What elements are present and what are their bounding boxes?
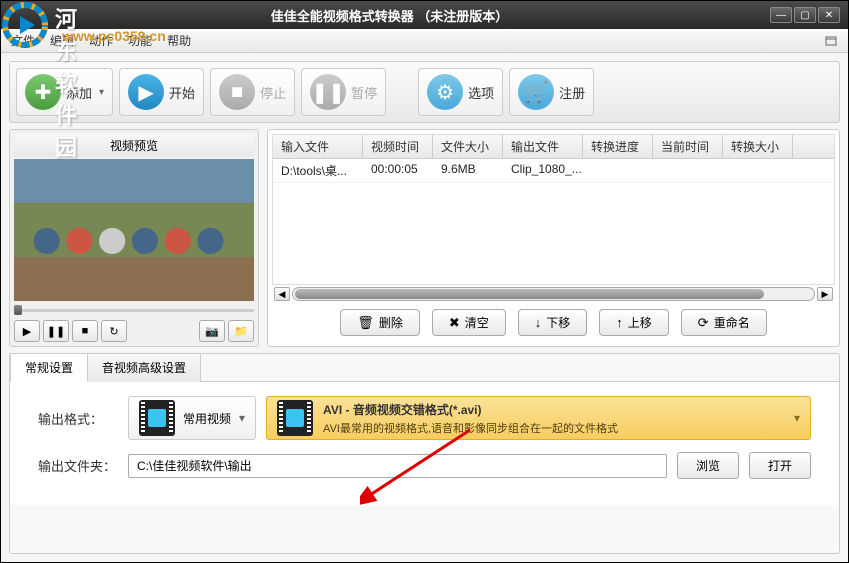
cell-curtime: [653, 159, 723, 182]
titlebar: 佳佳全能视频格式转换器 （未注册版本） — ▢ ✕: [1, 1, 848, 29]
pause-label: 暂停: [351, 83, 377, 102]
cell-cursize: [723, 159, 793, 182]
move-up-button[interactable]: ↑ 上移: [599, 309, 669, 336]
clear-button[interactable]: ✖ 清空: [432, 309, 506, 336]
start-button[interactable]: ▶ 开始: [119, 68, 204, 116]
tab-basic[interactable]: 常规设置: [10, 353, 88, 382]
register-label: 注册: [559, 83, 585, 102]
cell-size: 9.6MB: [433, 159, 503, 182]
up-label: 上移: [628, 314, 652, 331]
table-header: 输入文件 视频时间 文件大小 输出文件 转换进度 当前时间 转换大小: [273, 135, 834, 159]
options-label: 选项: [468, 83, 494, 102]
pause-button[interactable]: ❚❚ 暂停: [301, 68, 386, 116]
maximize-button[interactable]: ▢: [794, 7, 816, 23]
film-icon: [139, 400, 175, 436]
menu-help[interactable]: 帮助: [167, 32, 191, 49]
preview-image: [14, 159, 254, 301]
menu-action[interactable]: 动作: [89, 32, 113, 49]
th-output[interactable]: 输出文件: [503, 135, 583, 158]
toolbar: ✚ 添加 ▾ ▶ 开始 ■ 停止 ❚❚ 暂停 ⚙ 选项 🛒: [9, 61, 840, 123]
stop-label: 停止: [260, 83, 286, 102]
window-title: 佳佳全能视频格式转换器 （未注册版本）: [9, 6, 770, 25]
start-label: 开始: [169, 83, 195, 102]
output-format-label: 输出格式：: [38, 409, 118, 428]
open-button[interactable]: 打开: [749, 452, 811, 479]
basket-icon: 🛒: [518, 74, 554, 110]
down-label: 下移: [546, 314, 570, 331]
horizontal-scrollbar[interactable]: ◀ ▶: [272, 285, 835, 303]
format-title: AVI - 音频视频交错格式(*.avi): [323, 401, 618, 418]
delete-button[interactable]: 🗑 删除: [340, 309, 420, 336]
th-time[interactable]: 视频时间: [363, 135, 433, 158]
settings-panel: 常规设置 音视频高级设置 输出格式： 常用视频 ▾ AVI - 音频视频交错格式…: [9, 353, 840, 554]
browse-button[interactable]: 浏览: [677, 452, 739, 479]
x-icon: ✖: [449, 315, 460, 331]
table-body: D:\tools\桌... 00:00:05 9.6MB Clip_1080_.…: [273, 159, 834, 284]
play-icon: ▶: [128, 74, 164, 110]
options-button[interactable]: ⚙ 选项: [418, 68, 503, 116]
refresh-icon: ⟳: [698, 315, 709, 331]
add-label: 添加: [66, 83, 92, 102]
th-input[interactable]: 输入文件: [273, 135, 363, 158]
th-progress[interactable]: 转换进度: [583, 135, 653, 158]
chevron-down-icon: ▾: [794, 411, 800, 425]
register-button[interactable]: 🛒 注册: [509, 68, 594, 116]
add-button[interactable]: ✚ 添加 ▾: [16, 68, 113, 116]
menubar: 文件 编辑 动作 功能 帮助: [1, 29, 848, 53]
scroll-left-button[interactable]: ◀: [274, 287, 290, 301]
clear-label: 清空: [465, 314, 489, 331]
table-row[interactable]: D:\tools\桌... 00:00:05 9.6MB Clip_1080_.…: [273, 159, 834, 183]
delete-label: 删除: [379, 314, 403, 331]
arrow-down-icon: ↓: [535, 315, 542, 330]
pause-icon: ❚❚: [310, 74, 346, 110]
th-size[interactable]: 文件大小: [433, 135, 503, 158]
plus-icon: ✚: [25, 74, 61, 110]
preview-panel: 视频预览 ▶ ❚❚ ■ ↻ 📷 📁: [9, 129, 259, 347]
preview-loop-button[interactable]: ↻: [101, 320, 127, 342]
preview-pause-button[interactable]: ❚❚: [43, 320, 69, 342]
chevron-down-icon: ▾: [239, 411, 245, 425]
cell-output: Clip_1080_...: [503, 159, 583, 182]
app-window: 佳佳全能视频格式转换器 （未注册版本） — ▢ ✕ 文件 编辑 动作 功能 帮助…: [0, 0, 849, 563]
film-icon: [277, 400, 313, 436]
move-down-button[interactable]: ↓ 下移: [518, 309, 588, 336]
menu-edit[interactable]: 编辑: [50, 32, 74, 49]
preview-slider[interactable]: [14, 303, 254, 317]
format-category-select[interactable]: 常用视频 ▾: [128, 396, 256, 440]
stop-button[interactable]: ■ 停止: [210, 68, 295, 116]
format-category-text: 常用视频: [183, 410, 231, 427]
preview-play-button[interactable]: ▶: [14, 320, 40, 342]
menu-file[interactable]: 文件: [11, 32, 35, 49]
format-description[interactable]: AVI - 音频视频交错格式(*.avi) AVI最常用的视频格式,语音和影像同…: [266, 396, 811, 440]
file-list-panel: 输入文件 视频时间 文件大小 输出文件 转换进度 当前时间 转换大小 D:\to…: [267, 129, 840, 347]
minimize-button[interactable]: —: [770, 7, 792, 23]
preview-snapshot-button[interactable]: 📷: [199, 320, 225, 342]
rename-label: 重命名: [714, 314, 750, 331]
preview-stop-button[interactable]: ■: [72, 320, 98, 342]
menu-corner-icon[interactable]: [824, 34, 838, 48]
chevron-down-icon: ▾: [99, 87, 104, 98]
cell-input: D:\tools\桌...: [273, 159, 363, 182]
menu-function[interactable]: 功能: [128, 32, 152, 49]
rename-button[interactable]: ⟳ 重命名: [681, 309, 767, 336]
output-folder-input[interactable]: [128, 454, 667, 478]
stop-icon: ■: [219, 74, 255, 110]
format-subtitle: AVI最常用的视频格式,语音和影像同步组合在一起的文件格式: [323, 420, 618, 436]
gear-icon: ⚙: [427, 74, 463, 110]
cell-progress: [583, 159, 653, 182]
tab-advanced[interactable]: 音视频高级设置: [87, 353, 201, 382]
preview-folder-button[interactable]: 📁: [228, 320, 254, 342]
cell-time: 00:00:05: [363, 159, 433, 182]
output-folder-label: 输出文件夹：: [38, 456, 118, 475]
th-cursize[interactable]: 转换大小: [723, 135, 793, 158]
th-curtime[interactable]: 当前时间: [653, 135, 723, 158]
close-button[interactable]: ✕: [818, 7, 840, 23]
scroll-right-button[interactable]: ▶: [817, 287, 833, 301]
preview-title: 视频预览: [14, 134, 254, 157]
arrow-up-icon: ↑: [616, 315, 623, 330]
trash-icon: 🗑: [357, 315, 374, 331]
